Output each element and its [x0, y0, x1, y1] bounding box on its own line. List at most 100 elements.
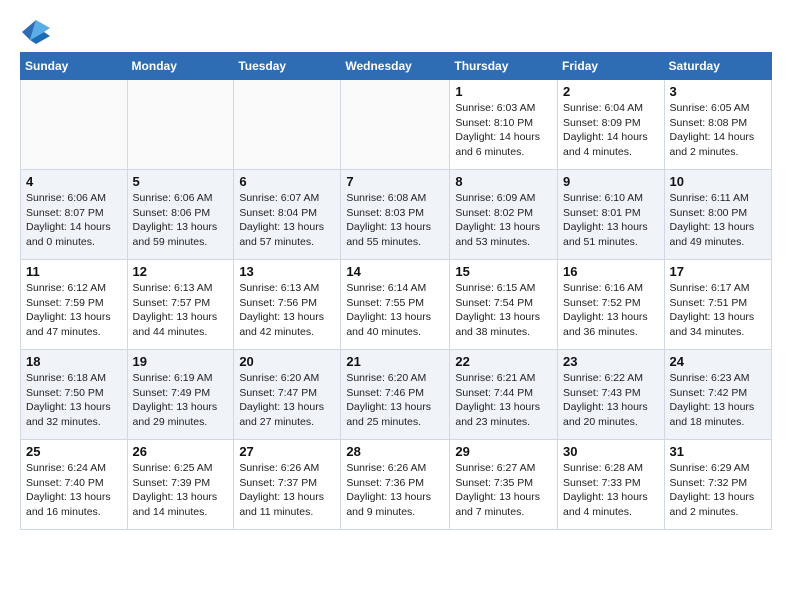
weekday-header: Friday	[558, 53, 665, 80]
calendar-cell: 16Sunrise: 6:16 AM Sunset: 7:52 PM Dayli…	[558, 260, 665, 350]
calendar-cell: 10 Sunrise: 6:11 AM Sunset: 8:00 PM Dayli…	[664, 170, 771, 260]
weekday-header: Wednesday	[341, 53, 450, 80]
calendar-cell	[127, 80, 234, 170]
day-number: 30	[563, 444, 659, 459]
day-number: 29	[455, 444, 552, 459]
calendar-cell: 18Sunrise: 6:18 AM Sunset: 7:50 PM Dayli…	[21, 350, 128, 440]
day-info: Sunrise: 6:27 AM Sunset: 7:35 PM Dayligh…	[455, 461, 552, 520]
calendar-cell: 15 Sunrise: 6:15 AM Sunset: 7:54 PM Dayli…	[450, 260, 558, 350]
day-number: 17	[670, 264, 766, 279]
day-info: Sunrise: 6:19 AM Sunset: 7:49 PM Dayligh…	[133, 371, 229, 430]
day-info: Sunrise: 6:26 AM Sunset: 7:37 PM Dayligh…	[239, 461, 335, 520]
day-info: Sunrise: 6:10 AM Sunset: 8:01 PM Dayligh…	[563, 191, 659, 250]
day-number: 3	[670, 84, 766, 99]
logo	[20, 16, 50, 44]
day-info: Sunrise: 6:05 AM Sunset: 8:08 PM Dayligh…	[670, 101, 766, 160]
day-info: Sunrise: 6:06 AM Sunset: 8:06 PM Dayligh…	[133, 191, 229, 250]
calendar-cell: 29 Sunrise: 6:27 AM Sunset: 7:35 PM Dayli…	[450, 440, 558, 530]
day-info: Sunrise: 6:28 AM Sunset: 7:33 PM Dayligh…	[563, 461, 659, 520]
day-number: 22	[455, 354, 552, 369]
calendar-cell: 11 Sunrise: 6:12 AM Sunset: 7:59 PM Dayli…	[21, 260, 128, 350]
calendar-cell: 25 Sunrise: 6:24 AM Sunset: 7:40 PM Dayli…	[21, 440, 128, 530]
calendar-week-row: 4 Sunrise: 6:06 AM Sunset: 8:07 PM Daylig…	[21, 170, 772, 260]
day-number: 31	[670, 444, 766, 459]
day-info: Sunrise: 6:15 AM Sunset: 7:54 PM Dayligh…	[455, 281, 552, 340]
day-number: 4	[26, 174, 122, 189]
day-number: 26	[133, 444, 229, 459]
calendar-cell: 2Sunrise: 6:04 AM Sunset: 8:09 PM Daylig…	[558, 80, 665, 170]
day-number: 20	[239, 354, 335, 369]
calendar-week-row: 25 Sunrise: 6:24 AM Sunset: 7:40 PM Dayli…	[21, 440, 772, 530]
weekday-header: Monday	[127, 53, 234, 80]
calendar-cell: 14 Sunrise: 6:14 AM Sunset: 7:55 PM Dayli…	[341, 260, 450, 350]
weekday-header: Tuesday	[234, 53, 341, 80]
day-number: 7	[346, 174, 444, 189]
calendar-cell: 20Sunrise: 6:20 AM Sunset: 7:47 PM Dayli…	[234, 350, 341, 440]
calendar-cell: 28 Sunrise: 6:26 AM Sunset: 7:36 PM Dayli…	[341, 440, 450, 530]
calendar-week-row: 18Sunrise: 6:18 AM Sunset: 7:50 PM Dayli…	[21, 350, 772, 440]
calendar-cell: 22 Sunrise: 6:21 AM Sunset: 7:44 PM Dayli…	[450, 350, 558, 440]
day-number: 21	[346, 354, 444, 369]
day-info: Sunrise: 6:14 AM Sunset: 7:55 PM Dayligh…	[346, 281, 444, 340]
day-info: Sunrise: 6:06 AM Sunset: 8:07 PM Dayligh…	[26, 191, 122, 250]
day-number: 23	[563, 354, 659, 369]
calendar-cell: 23 Sunrise: 6:22 AM Sunset: 7:43 PM Dayli…	[558, 350, 665, 440]
calendar-cell: 7 Sunrise: 6:08 AM Sunset: 8:03 PM Daylig…	[341, 170, 450, 260]
calendar-cell: 31 Sunrise: 6:29 AM Sunset: 7:32 PM Dayli…	[664, 440, 771, 530]
calendar-cell	[341, 80, 450, 170]
day-number: 15	[455, 264, 552, 279]
day-number: 14	[346, 264, 444, 279]
calendar-cell	[234, 80, 341, 170]
day-number: 19	[133, 354, 229, 369]
day-number: 1	[455, 84, 552, 99]
day-info: Sunrise: 6:12 AM Sunset: 7:59 PM Dayligh…	[26, 281, 122, 340]
day-info: Sunrise: 6:17 AM Sunset: 7:51 PM Dayligh…	[670, 281, 766, 340]
calendar-cell: 6Sunrise: 6:07 AM Sunset: 8:04 PM Daylig…	[234, 170, 341, 260]
calendar-table: SundayMondayTuesdayWednesdayThursdayFrid…	[20, 52, 772, 530]
calendar-cell: 27Sunrise: 6:26 AM Sunset: 7:37 PM Dayli…	[234, 440, 341, 530]
day-info: Sunrise: 6:22 AM Sunset: 7:43 PM Dayligh…	[563, 371, 659, 430]
day-number: 9	[563, 174, 659, 189]
day-info: Sunrise: 6:21 AM Sunset: 7:44 PM Dayligh…	[455, 371, 552, 430]
logo-icon	[22, 16, 50, 44]
day-info: Sunrise: 6:16 AM Sunset: 7:52 PM Dayligh…	[563, 281, 659, 340]
calendar-cell: 8Sunrise: 6:09 AM Sunset: 8:02 PM Daylig…	[450, 170, 558, 260]
calendar-cell: 12Sunrise: 6:13 AM Sunset: 7:57 PM Dayli…	[127, 260, 234, 350]
calendar-cell: 30 Sunrise: 6:28 AM Sunset: 7:33 PM Dayli…	[558, 440, 665, 530]
day-number: 10	[670, 174, 766, 189]
weekday-header: Sunday	[21, 53, 128, 80]
weekday-header: Saturday	[664, 53, 771, 80]
day-info: Sunrise: 6:24 AM Sunset: 7:40 PM Dayligh…	[26, 461, 122, 520]
calendar-cell: 5 Sunrise: 6:06 AM Sunset: 8:06 PM Daylig…	[127, 170, 234, 260]
day-info: Sunrise: 6:25 AM Sunset: 7:39 PM Dayligh…	[133, 461, 229, 520]
calendar-cell: 21 Sunrise: 6:20 AM Sunset: 7:46 PM Dayli…	[341, 350, 450, 440]
calendar-week-row: 1 Sunrise: 6:03 AM Sunset: 8:10 PM Daylig…	[21, 80, 772, 170]
day-info: Sunrise: 6:23 AM Sunset: 7:42 PM Dayligh…	[670, 371, 766, 430]
day-info: Sunrise: 6:13 AM Sunset: 7:57 PM Dayligh…	[133, 281, 229, 340]
day-info: Sunrise: 6:18 AM Sunset: 7:50 PM Dayligh…	[26, 371, 122, 430]
day-info: Sunrise: 6:09 AM Sunset: 8:02 PM Dayligh…	[455, 191, 552, 250]
day-info: Sunrise: 6:26 AM Sunset: 7:36 PM Dayligh…	[346, 461, 444, 520]
page-header	[20, 16, 772, 44]
day-info: Sunrise: 6:08 AM Sunset: 8:03 PM Dayligh…	[346, 191, 444, 250]
day-number: 13	[239, 264, 335, 279]
day-info: Sunrise: 6:11 AM Sunset: 8:00 PM Dayligh…	[670, 191, 766, 250]
day-number: 28	[346, 444, 444, 459]
weekday-header: Thursday	[450, 53, 558, 80]
day-info: Sunrise: 6:29 AM Sunset: 7:32 PM Dayligh…	[670, 461, 766, 520]
calendar-cell: 4 Sunrise: 6:06 AM Sunset: 8:07 PM Daylig…	[21, 170, 128, 260]
day-info: Sunrise: 6:04 AM Sunset: 8:09 PM Dayligh…	[563, 101, 659, 160]
calendar-cell: 1 Sunrise: 6:03 AM Sunset: 8:10 PM Daylig…	[450, 80, 558, 170]
calendar-cell: 26 Sunrise: 6:25 AM Sunset: 7:39 PM Dayli…	[127, 440, 234, 530]
day-number: 11	[26, 264, 122, 279]
calendar-cell: 19 Sunrise: 6:19 AM Sunset: 7:49 PM Dayli…	[127, 350, 234, 440]
calendar-cell: 13Sunrise: 6:13 AM Sunset: 7:56 PM Dayli…	[234, 260, 341, 350]
calendar-cell: 24Sunrise: 6:23 AM Sunset: 7:42 PM Dayli…	[664, 350, 771, 440]
day-number: 5	[133, 174, 229, 189]
calendar-header-row: SundayMondayTuesdayWednesdayThursdayFrid…	[21, 53, 772, 80]
calendar-cell: 17 Sunrise: 6:17 AM Sunset: 7:51 PM Dayli…	[664, 260, 771, 350]
day-info: Sunrise: 6:20 AM Sunset: 7:46 PM Dayligh…	[346, 371, 444, 430]
day-info: Sunrise: 6:07 AM Sunset: 8:04 PM Dayligh…	[239, 191, 335, 250]
day-info: Sunrise: 6:03 AM Sunset: 8:10 PM Dayligh…	[455, 101, 552, 160]
day-number: 25	[26, 444, 122, 459]
